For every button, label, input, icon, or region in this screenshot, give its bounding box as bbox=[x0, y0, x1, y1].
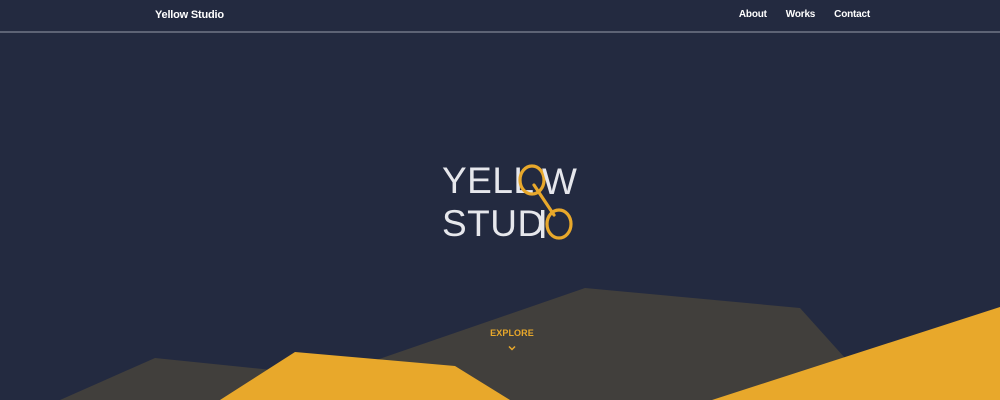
nav-link-about[interactable]: About bbox=[739, 9, 767, 20]
nav-link-contact[interactable]: Contact bbox=[834, 9, 870, 20]
nav-link-works[interactable]: Works bbox=[786, 9, 816, 20]
chevron-down-icon[interactable] bbox=[508, 345, 516, 351]
svg-text:W: W bbox=[542, 161, 577, 202]
nav-links: About Works Contact bbox=[739, 9, 870, 20]
hero-logo: YELL STUD W bbox=[440, 160, 600, 250]
brand-link[interactable]: Yellow Studio bbox=[155, 9, 224, 21]
navbar: Yellow Studio About Works Contact bbox=[0, 0, 1000, 33]
explore-link[interactable]: EXPLORE bbox=[460, 328, 564, 338]
logo-mark-icon: W bbox=[518, 161, 577, 240]
page: Yellow Studio About Works Contact YELL S… bbox=[0, 0, 1000, 400]
